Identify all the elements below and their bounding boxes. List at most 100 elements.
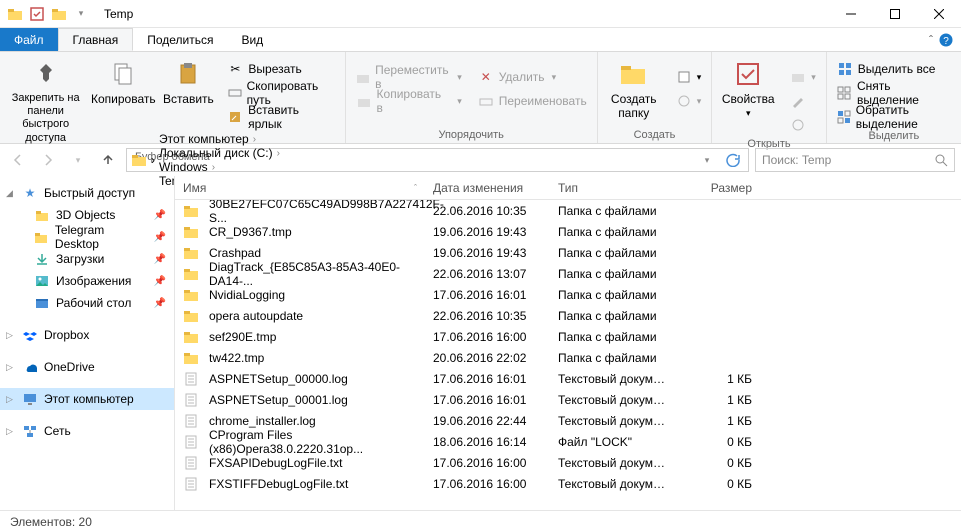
chevron-down-icon[interactable]: ◢ [6, 188, 16, 199]
copy-to-button[interactable]: Копировать в▾ [350, 90, 468, 112]
rename-button[interactable]: Переименовать [472, 90, 593, 112]
file-icon [183, 392, 199, 408]
folder-icon [183, 224, 199, 240]
onedrive-icon [22, 359, 38, 375]
chevron-right-icon[interactable]: › [151, 153, 155, 167]
pc-icon [22, 391, 38, 407]
search-icon [934, 153, 948, 167]
sidebar-this-pc[interactable]: ▷Этот компьютер [0, 388, 174, 410]
pin-icon: 📌 [154, 298, 166, 309]
list-item[interactable]: DiagTrack_{E85C85A3-85A3-40E0-DA14-...22… [175, 263, 961, 284]
copy-path-button[interactable]: Скопировать путь [221, 82, 340, 104]
window-title: Temp [104, 7, 133, 21]
copy-button[interactable]: Копировать [91, 54, 155, 110]
pin-icon: 📌 [154, 210, 166, 221]
select-none-button[interactable]: Снять выделение [831, 82, 957, 104]
breadcrumb[interactable]: Этот компьютер› [159, 132, 282, 146]
pin-label: Закрепить на панели быстрого доступа [6, 92, 85, 145]
folder-icon [183, 203, 199, 219]
easy-access-icon [676, 93, 692, 109]
folder-icon [183, 266, 199, 282]
back-button[interactable] [6, 148, 30, 172]
sidebar-item-icon [34, 229, 49, 245]
sidebar-item[interactable]: Рабочий стол📌 [0, 292, 174, 314]
edit-button[interactable] [784, 90, 822, 112]
breadcrumb[interactable]: Локальный диск (C:)› [159, 146, 282, 160]
properties-button[interactable]: Свойства ▾ [716, 54, 780, 123]
up-button[interactable] [96, 148, 120, 172]
sidebar-onedrive[interactable]: ▷OneDrive [0, 356, 174, 378]
file-list[interactable]: Имяˆ Дата изменения Тип Размер 30BE27EFC… [175, 176, 961, 510]
invert-selection-button[interactable]: Обратить выделение [831, 106, 957, 128]
select-none-icon [837, 85, 852, 101]
list-item[interactable]: sef290E.tmp17.06.2016 16:00Папка с файла… [175, 326, 961, 347]
list-item[interactable]: CR_D9367.tmp19.06.2016 19:43Папка с файл… [175, 221, 961, 242]
maximize-button[interactable] [873, 0, 917, 28]
breadcrumb[interactable]: Windows› [159, 160, 282, 174]
list-item[interactable]: NvidiaLogging17.06.2016 16:01Папка с фай… [175, 284, 961, 305]
column-name[interactable]: Имяˆ [175, 181, 425, 195]
cut-button[interactable]: ✂Вырезать [221, 58, 340, 80]
folder-icon [131, 152, 147, 168]
sidebar-dropbox[interactable]: ▷Dropbox [0, 324, 174, 346]
list-item[interactable]: ASPNETSetup_00000.log17.06.2016 16:01Тек… [175, 368, 961, 389]
address-bar[interactable]: › Этот компьютер›Локальный диск (C:)›Win… [126, 148, 749, 172]
tab-home[interactable]: Главная [58, 28, 134, 51]
chevron-right-icon[interactable]: ▷ [6, 426, 16, 437]
move-to-button[interactable]: Переместить в▾ [350, 66, 468, 88]
recent-button[interactable]: ▾ [66, 148, 90, 172]
easy-access-button[interactable]: ▾ [670, 90, 708, 112]
chevron-right-icon[interactable]: › [251, 134, 258, 145]
paste-icon [172, 58, 204, 90]
sidebar-item[interactable]: Загрузки📌 [0, 248, 174, 270]
list-item[interactable]: CProgram Files (x86)Opera38.0.2220.31op.… [175, 431, 961, 452]
list-item[interactable]: tw422.tmp20.06.2016 22:02Папка с файлами [175, 347, 961, 368]
sidebar-quick-access[interactable]: ◢★Быстрый доступ [0, 182, 174, 204]
sidebar-item[interactable]: Изображения📌 [0, 270, 174, 292]
close-button[interactable] [917, 0, 961, 28]
list-item[interactable]: FXSAPIDebugLogFile.txt17.06.2016 16:00Те… [175, 452, 961, 473]
new-item-button[interactable]: ▾ [670, 66, 708, 88]
pin-to-quick-access-button[interactable]: Закрепить на панели быстрого доступа [4, 54, 87, 149]
tab-share[interactable]: Поделиться [133, 28, 227, 51]
sidebar-item[interactable]: Telegram Desktop📌 [0, 226, 174, 248]
sidebar-network[interactable]: ▷Сеть [0, 420, 174, 442]
chevron-right-icon[interactable]: ▷ [6, 330, 16, 341]
tab-file[interactable]: Файл [0, 28, 58, 51]
collapse-ribbon-icon[interactable]: ˆ [929, 33, 933, 47]
qat-properties-icon[interactable] [28, 5, 46, 23]
shortcut-icon [227, 109, 243, 125]
history-button[interactable] [784, 114, 822, 136]
chevron-right-icon[interactable]: › [210, 162, 217, 173]
chevron-right-icon[interactable]: ▷ [6, 394, 16, 405]
open-button[interactable]: ▾ [784, 66, 822, 88]
delete-button[interactable]: ✕Удалить▾ [472, 66, 593, 88]
copy-label: Копировать [91, 92, 156, 106]
select-all-button[interactable]: Выделить все [831, 58, 957, 80]
refresh-button[interactable] [722, 149, 744, 171]
column-size[interactable]: Размер [690, 181, 760, 195]
list-item[interactable]: FXSTIFFDebugLogFile.txt17.06.2016 16:00Т… [175, 473, 961, 494]
column-date[interactable]: Дата изменения [425, 181, 550, 195]
column-type[interactable]: Тип [550, 181, 690, 195]
paste-shortcut-button[interactable]: Вставить ярлык [221, 106, 340, 128]
list-item[interactable]: ASPNETSetup_00001.log17.06.2016 16:01Тек… [175, 389, 961, 410]
list-item[interactable]: 30BE27EFC07C65C49AD998B7A227412F-S...22.… [175, 200, 961, 221]
star-icon: ★ [22, 185, 38, 201]
new-folder-button[interactable]: Создать папку [602, 54, 666, 125]
list-item[interactable]: opera autoupdate22.06.2016 10:35Папка с … [175, 305, 961, 326]
svg-text:?: ? [943, 36, 949, 47]
properties-icon [732, 58, 764, 90]
folder-icon [183, 350, 199, 366]
dropdown-icon[interactable]: ▾ [696, 149, 718, 171]
search-input[interactable]: Поиск: Temp [755, 148, 955, 172]
paste-button[interactable]: Вставить [159, 54, 217, 110]
forward-button[interactable] [36, 148, 60, 172]
chevron-right-icon[interactable]: › [275, 148, 282, 159]
rename-icon [478, 93, 494, 109]
chevron-right-icon[interactable]: ▷ [6, 362, 16, 373]
minimize-button[interactable] [829, 0, 873, 28]
qat-dropdown-icon[interactable]: ▾ [72, 5, 90, 23]
tab-view[interactable]: Вид [227, 28, 277, 51]
help-icon[interactable]: ? [939, 33, 953, 47]
